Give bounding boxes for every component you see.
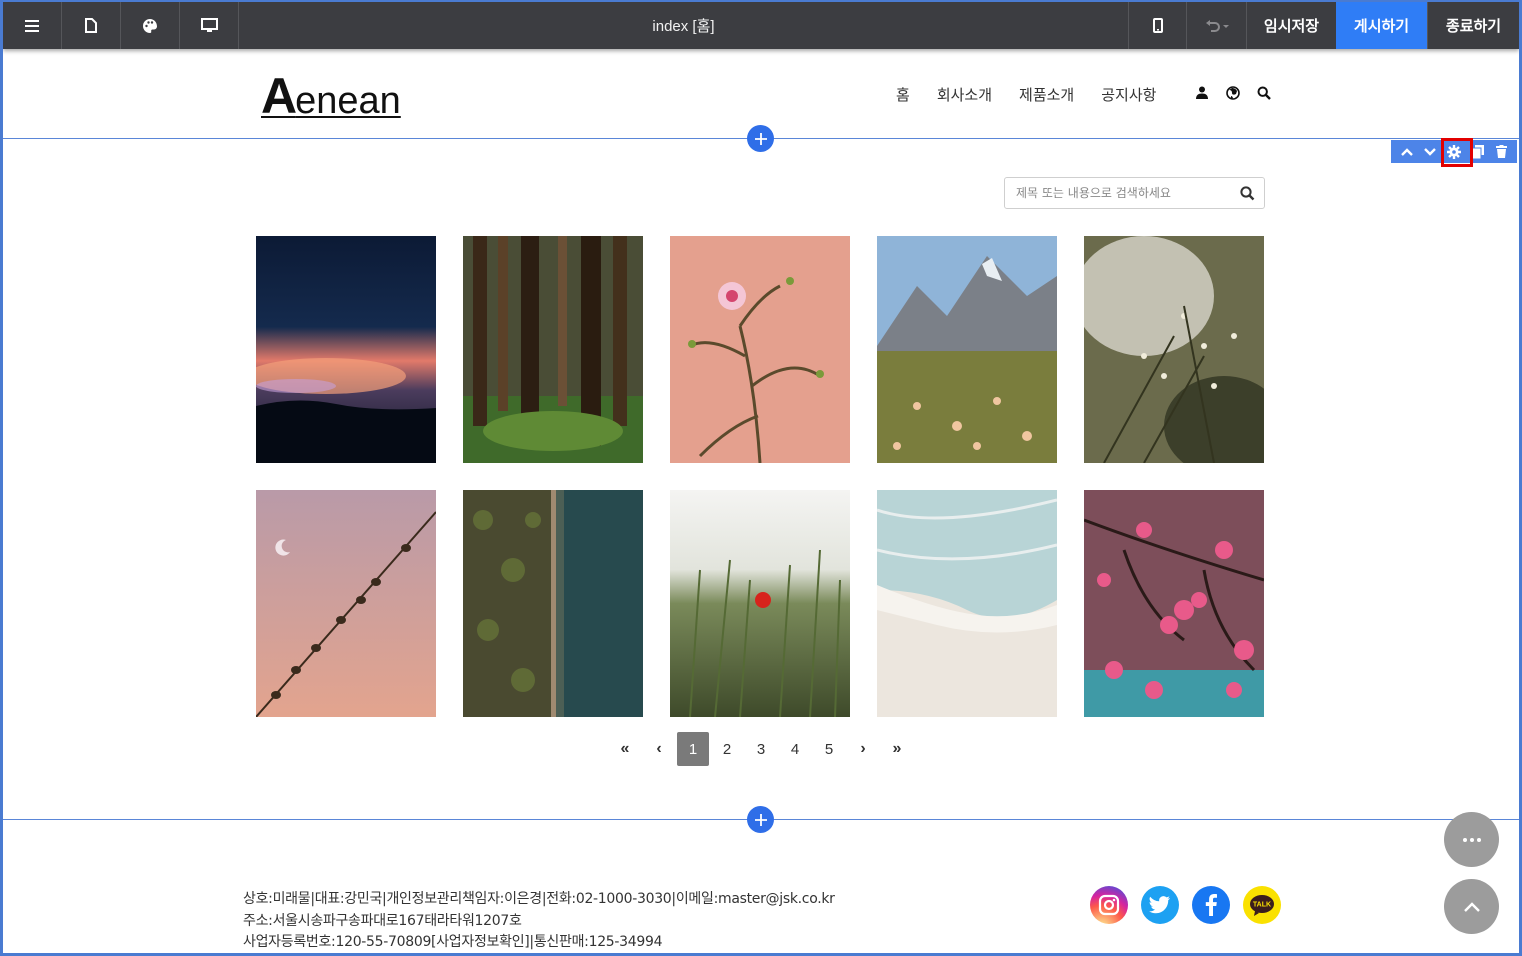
logo-initial: A — [261, 68, 297, 124]
gallery-item-night-sky[interactable] — [256, 236, 436, 463]
gallery-item-forest[interactable] — [463, 236, 643, 463]
nav-item-home[interactable]: 홈 — [896, 84, 910, 105]
palette-icon — [143, 18, 157, 33]
gallery-item-birds-on-wire[interactable] — [256, 490, 436, 717]
page-icon — [85, 18, 97, 33]
last-page-button[interactable]: » — [881, 732, 913, 766]
scroll-top-button[interactable] — [1444, 879, 1499, 934]
page-2-button[interactable]: 2 — [711, 732, 743, 766]
gallery-item-pink-flower[interactable] — [670, 236, 850, 463]
plus-icon — [754, 813, 767, 826]
mobile-icon — [1152, 18, 1163, 33]
desktop-icon — [200, 18, 218, 32]
twitter-icon[interactable] — [1141, 886, 1179, 924]
gallery-item-aerial-road[interactable] — [463, 490, 643, 717]
nav-item-products[interactable]: 제품소개 — [1019, 84, 1074, 105]
undo-button[interactable] — [1186, 2, 1246, 49]
footer-info: 상호:미래물|대표:강민국|개인정보관리책임자:이은경|전화:02-1000-3… — [243, 889, 835, 954]
page-5-button[interactable]: 5 — [813, 732, 845, 766]
site-logo[interactable]: Aenean — [261, 67, 401, 125]
preview-desktop-button[interactable] — [180, 2, 239, 49]
page-3-button[interactable]: 3 — [745, 732, 777, 766]
photo-gallery — [256, 236, 1264, 717]
kakaotalk-label: TALK — [1253, 902, 1271, 909]
gallery-search — [1004, 177, 1265, 209]
chevron-up-icon — [1463, 901, 1480, 912]
undo-icon — [1205, 19, 1229, 32]
footer-line-address: 주소:서울시송파구송파대로167태라타워1207호 — [243, 912, 522, 929]
add-section-button-bottom[interactable] — [747, 806, 774, 833]
more-options-button[interactable] — [1444, 812, 1499, 867]
page-title: index [홈] — [652, 18, 715, 35]
user-icon[interactable] — [1193, 84, 1210, 101]
more-dots-icon — [1462, 837, 1481, 842]
search-submit-icon[interactable] — [1230, 185, 1264, 201]
page-button[interactable] — [62, 2, 121, 49]
page-4-button[interactable]: 4 — [779, 732, 811, 766]
exit-button[interactable]: 종료하기 — [1427, 2, 1519, 49]
editor-toolbar: index [홈] 임시저장 게시하기 종료하기 — [3, 2, 1519, 49]
move-up-icon[interactable] — [1397, 142, 1417, 162]
gallery-item-cherry-blossom[interactable] — [1084, 490, 1264, 717]
facebook-icon[interactable] — [1192, 886, 1230, 924]
delete-icon[interactable] — [1491, 142, 1511, 162]
plus-icon — [754, 132, 767, 145]
gallery-item-beach[interactable] — [877, 490, 1057, 717]
gallery-item-mountain-meadow[interactable] — [877, 236, 1057, 463]
social-links: TALK — [1090, 886, 1281, 924]
add-section-button-top[interactable] — [747, 125, 774, 152]
first-page-button[interactable]: « — [609, 732, 641, 766]
nav-item-about[interactable]: 회사소개 — [937, 84, 992, 105]
gallery-item-bokeh-plants[interactable] — [1084, 236, 1264, 463]
nav-item-notice[interactable]: 공지사항 — [1101, 84, 1156, 105]
preview-mobile-button[interactable] — [1128, 2, 1186, 49]
search-icon[interactable] — [1255, 84, 1272, 101]
globe-icon[interactable] — [1224, 84, 1241, 101]
menu-icon — [25, 19, 39, 32]
logo-rest: enean — [295, 80, 401, 122]
header-icons — [1193, 84, 1272, 101]
menu-button[interactable] — [3, 2, 62, 49]
theme-button[interactable] — [121, 2, 180, 49]
footer-line-company: 상호:미래물|대표:강민국|개인정보관리책임자:이은경|전화:02-1000-3… — [243, 891, 835, 907]
gallery-item-wheat-poppy[interactable] — [670, 490, 850, 717]
page-1-button[interactable]: 1 — [677, 732, 709, 766]
settings-highlight-box — [1441, 138, 1473, 167]
main-nav: 홈 회사소개 제품소개 공지사항 — [896, 84, 1183, 105]
search-input[interactable] — [1005, 178, 1230, 208]
instagram-icon[interactable] — [1090, 886, 1128, 924]
footer-line-registration: 사업자등록번호:120-55-70809[사업자정보확인]|통신판매:125-3… — [243, 934, 663, 950]
move-down-icon[interactable] — [1420, 142, 1440, 162]
kakaotalk-icon[interactable]: TALK — [1243, 886, 1281, 924]
next-page-button[interactable]: › — [847, 732, 879, 766]
temp-save-button[interactable]: 임시저장 — [1246, 2, 1336, 49]
publish-button[interactable]: 게시하기 — [1336, 2, 1427, 49]
pagination: « ‹ 1 2 3 4 5 › » — [608, 732, 914, 766]
prev-page-button[interactable]: ‹ — [643, 732, 675, 766]
